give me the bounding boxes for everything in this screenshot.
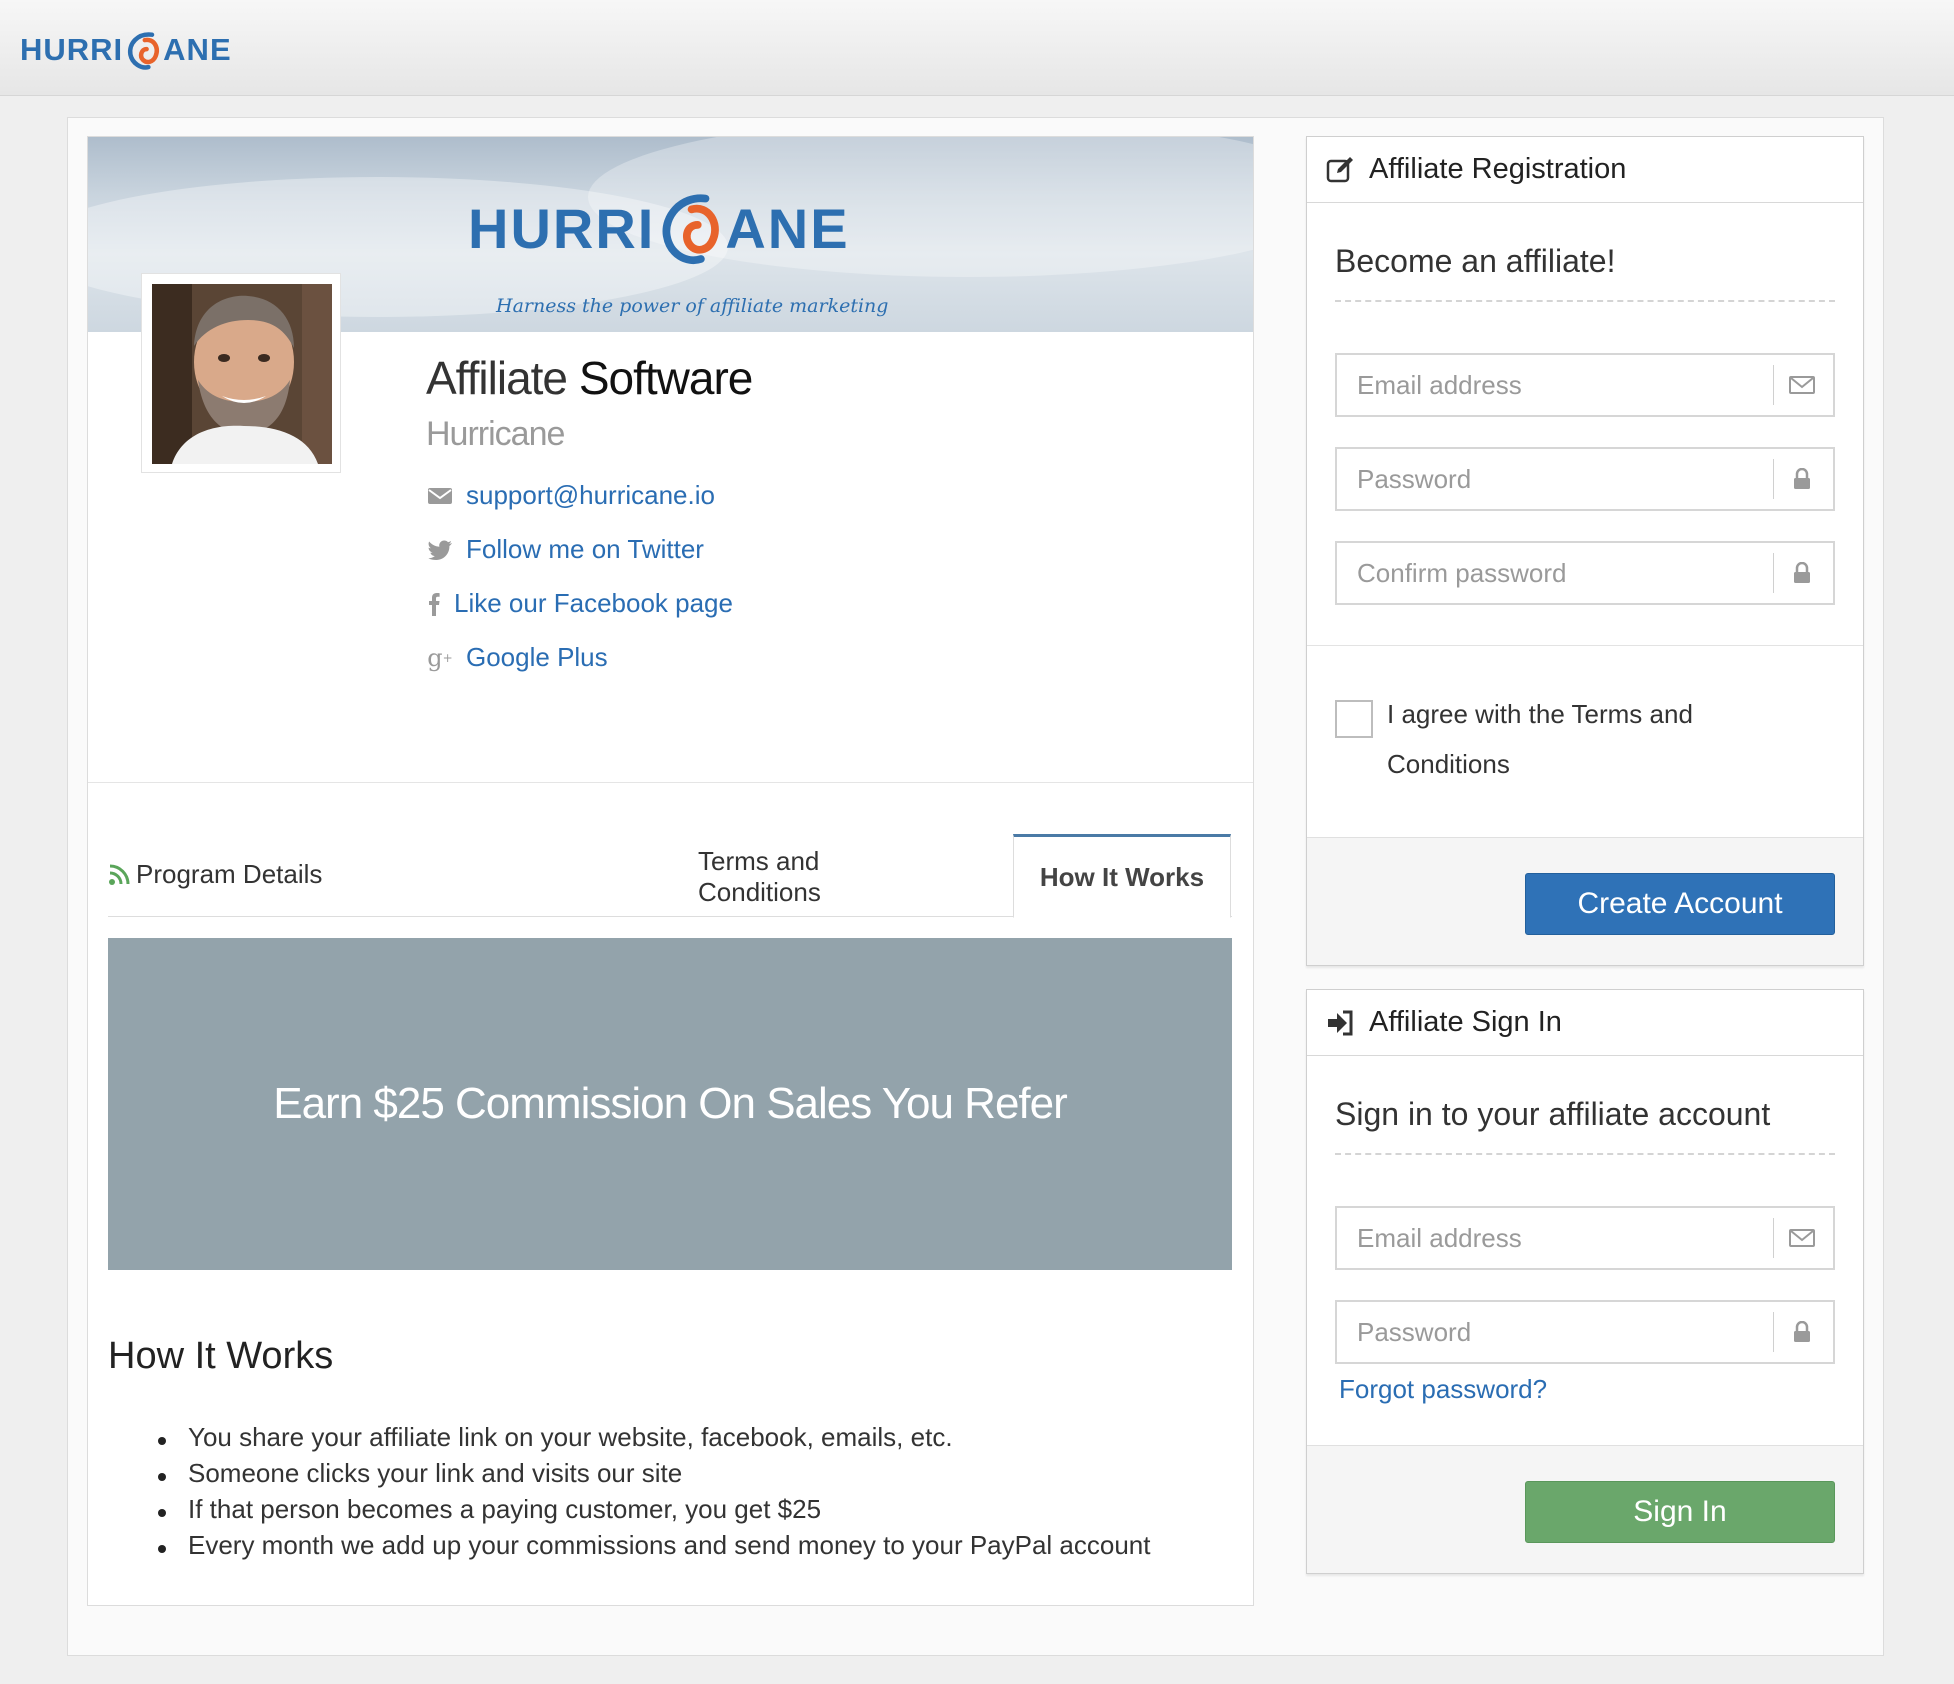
intro-divider bbox=[1335, 300, 1835, 302]
top-nav-bar: HURRI ANE bbox=[0, 0, 1954, 96]
list-item: Someone clicks your link and visits our … bbox=[158, 1458, 1151, 1494]
panel-divider bbox=[1307, 645, 1863, 646]
signin-panel-footer: Sign In bbox=[1307, 1445, 1863, 1573]
envelope-icon bbox=[1787, 1224, 1817, 1252]
lock-icon bbox=[1787, 559, 1817, 587]
registration-panel: Affiliate Registration Become an affilia… bbox=[1306, 136, 1864, 966]
commission-hero-text: Earn $25 Commission On Sales You Refer bbox=[273, 1079, 1068, 1128]
list-item: If that person becomes a paying customer… bbox=[158, 1494, 1151, 1530]
page-subtitle: Hurricane bbox=[426, 415, 565, 453]
title-bold: Software bbox=[578, 352, 754, 404]
header-logo[interactable]: HURRI ANE bbox=[20, 24, 232, 76]
contact-google-plus-link[interactable]: g + Google Plus bbox=[426, 642, 608, 673]
signin-panel-header: Affiliate Sign In bbox=[1307, 990, 1863, 1056]
edit-icon bbox=[1326, 156, 1353, 182]
facebook-icon bbox=[426, 590, 442, 618]
how-it-works-heading: How It Works bbox=[108, 1335, 334, 1377]
how-it-works-list: You share your affiliate link on your we… bbox=[158, 1422, 1151, 1566]
banner-logo-right: ANE bbox=[725, 196, 850, 260]
forgot-password-link[interactable]: Forgot password? bbox=[1339, 1374, 1547, 1405]
register-password-field[interactable] bbox=[1335, 447, 1835, 511]
registration-heading: Affiliate Registration bbox=[1369, 153, 1627, 185]
envelope-icon bbox=[426, 482, 454, 510]
agree-terms-label[interactable]: I agree with the Terms and Conditions bbox=[1387, 689, 1787, 789]
sign-in-icon bbox=[1328, 1010, 1353, 1035]
banner-swirl-icon bbox=[662, 194, 720, 264]
register-email-input[interactable] bbox=[1337, 355, 1767, 415]
lock-icon bbox=[1787, 1318, 1817, 1346]
signin-heading: Affiliate Sign In bbox=[1369, 1006, 1562, 1038]
create-account-button[interactable]: Create Account bbox=[1525, 873, 1835, 935]
profile-photo bbox=[152, 284, 332, 464]
contact-facebook-link[interactable]: Like our Facebook page bbox=[426, 588, 733, 619]
logo-swirl-icon bbox=[128, 32, 160, 70]
register-email-field[interactable] bbox=[1335, 353, 1835, 417]
signin-panel: Affiliate Sign In Sign in to your affili… bbox=[1306, 989, 1864, 1574]
register-password-input[interactable] bbox=[1337, 449, 1767, 509]
intro-divider bbox=[1335, 1153, 1835, 1155]
section-divider bbox=[88, 782, 1253, 783]
twitter-icon bbox=[426, 536, 454, 564]
tab-terms-and-conditions[interactable]: Terms and Conditions bbox=[698, 837, 923, 917]
commission-hero: Earn $25 Commission On Sales You Refer bbox=[108, 938, 1232, 1270]
title-light: Affiliate bbox=[426, 352, 568, 404]
logo-text-right: ANE bbox=[163, 32, 232, 67]
contact-email-link[interactable]: support@hurricane.io bbox=[426, 480, 715, 511]
registration-panel-header: Affiliate Registration bbox=[1307, 137, 1863, 203]
profile-card: HURRI ANE Harness the power of affiliate… bbox=[87, 136, 1254, 1606]
program-tabs: Program Details Terms and Conditions How… bbox=[108, 834, 1232, 918]
registration-panel-footer: Create Account bbox=[1307, 837, 1863, 965]
banner-tagline: Harness the power of affiliate marketing bbox=[496, 295, 889, 317]
signin-email-input[interactable] bbox=[1337, 1208, 1767, 1268]
tab-terms-label: Terms and Conditions bbox=[698, 846, 821, 907]
google-plus-icon: g + bbox=[427, 643, 453, 672]
contact-twitter-link[interactable]: Follow me on Twitter bbox=[426, 534, 704, 565]
sign-in-button[interactable]: Sign In bbox=[1525, 1481, 1835, 1543]
banner-logo: HURRI ANE bbox=[468, 187, 850, 269]
tab-how-it-works[interactable]: How It Works bbox=[1013, 834, 1231, 918]
lock-icon bbox=[1787, 465, 1817, 493]
list-item: You share your affiliate link on your we… bbox=[158, 1422, 1151, 1458]
register-confirm-password-field[interactable] bbox=[1335, 541, 1835, 605]
tab-how-it-works-label: How It Works bbox=[1039, 861, 1205, 892]
contact-email-label: support@hurricane.io bbox=[466, 480, 715, 510]
signin-password-field[interactable] bbox=[1335, 1300, 1835, 1364]
contact-google-plus-label: Google Plus bbox=[466, 642, 608, 672]
avatar bbox=[141, 273, 341, 473]
register-confirm-password-input[interactable] bbox=[1337, 543, 1767, 603]
envelope-icon bbox=[1787, 371, 1817, 399]
rss-icon bbox=[109, 864, 130, 885]
signin-email-field[interactable] bbox=[1335, 1206, 1835, 1270]
contact-facebook-label: Like our Facebook page bbox=[454, 588, 733, 618]
program-details-label: Program Details bbox=[108, 859, 322, 890]
page-title: Affiliate Software bbox=[426, 351, 754, 405]
contact-twitter-label: Follow me on Twitter bbox=[466, 534, 704, 564]
agree-terms-checkbox[interactable] bbox=[1335, 700, 1373, 738]
signin-intro: Sign in to your affiliate account bbox=[1335, 1096, 1771, 1132]
logo-text-left: HURRI bbox=[20, 32, 124, 67]
list-item: Every month we add up your commissions a… bbox=[158, 1530, 1151, 1566]
banner-logo-left: HURRI bbox=[468, 196, 656, 260]
signin-password-input[interactable] bbox=[1337, 1302, 1767, 1362]
program-details-text: Program Details bbox=[136, 859, 323, 889]
registration-intro: Become an affiliate! bbox=[1335, 243, 1616, 279]
